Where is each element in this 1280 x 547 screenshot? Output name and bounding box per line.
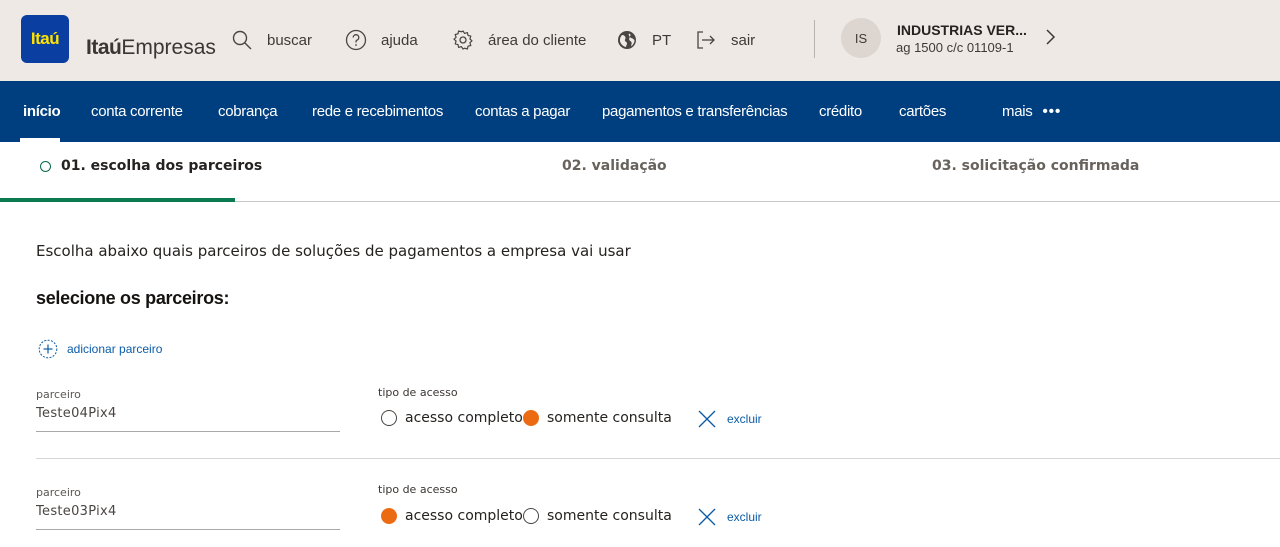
partner-row: parceiro Teste04Pix4 tipo de acesso aces…	[0, 380, 1280, 470]
logout-button[interactable]: sair	[695, 28, 755, 52]
nav-item-conta-corrente[interactable]: conta corrente	[91, 103, 183, 120]
radio-circle	[381, 410, 397, 426]
step-2: 02. validação	[562, 158, 667, 174]
add-partner-button[interactable]: adicionar parceiro	[38, 339, 162, 359]
language-label: PT	[652, 31, 672, 49]
nav-more-label: mais	[1002, 103, 1033, 120]
account-agency: ag 1500 c/c 01109-1	[896, 40, 1014, 55]
radio-circle-selected	[523, 410, 539, 426]
radio-full-access[interactable]: acesso completo	[381, 508, 523, 524]
brand-bold: Itaú	[86, 36, 122, 59]
radio-circle	[523, 508, 539, 524]
search-button[interactable]: buscar	[231, 28, 312, 52]
access-type-label: tipo de acesso	[378, 386, 458, 399]
radio-read-only[interactable]: somente consulta	[523, 410, 672, 426]
search-label: buscar	[267, 31, 313, 49]
nav-item-cobranca[interactable]: cobrança	[218, 103, 278, 120]
client-area-button[interactable]: área do cliente	[452, 28, 586, 52]
main-nav: início conta corrente cobrança rede e re…	[0, 81, 1280, 142]
step-current-indicator	[40, 161, 51, 172]
nav-item-cartoes[interactable]: cartões	[899, 103, 946, 120]
header-divider	[814, 20, 815, 58]
radio-read-only-label: somente consulta	[547, 508, 672, 524]
radio-full-access[interactable]: acesso completo	[381, 410, 523, 426]
globe-icon	[618, 31, 636, 49]
nav-item-contas-a-pagar[interactable]: contas a pagar	[475, 103, 570, 120]
nav-item-pagamentos-transferencias[interactable]: pagamentos e transferências	[602, 103, 788, 120]
add-partner-label: adicionar parceiro	[67, 342, 163, 356]
top-bar: Itaú ItaúEmpresas buscar ajuda área do c…	[0, 0, 1280, 81]
brand-name: ItaúEmpresas	[86, 36, 216, 60]
brand-light: Empresas	[121, 36, 216, 59]
account-name[interactable]: INDUSTRIAS VER...	[897, 22, 1027, 38]
nav-item-mais[interactable]: mais •••	[1002, 103, 1061, 120]
delete-partner-button[interactable]: excluir	[697, 507, 762, 527]
delete-partner-button[interactable]: excluir	[697, 409, 762, 429]
radio-circle-selected	[381, 508, 397, 524]
intro-text: Escolha abaixo quais parceiros de soluçõ…	[36, 242, 631, 260]
step-progress-bar	[0, 198, 235, 202]
radio-read-only-label: somente consulta	[547, 410, 672, 426]
radio-read-only[interactable]: somente consulta	[523, 508, 672, 524]
radio-full-access-label: acesso completo	[405, 410, 523, 426]
plus-circle-icon	[38, 339, 58, 359]
language-button[interactable]: PT	[616, 28, 671, 52]
partner-field-label: parceiro	[36, 388, 81, 401]
help-label: ajuda	[381, 31, 418, 49]
itau-logo[interactable]: Itaú	[21, 15, 69, 63]
logo-text: Itaú	[30, 29, 60, 48]
stepper: 01. escolha dos parceiros 02. validação …	[0, 142, 1280, 202]
partner-field-label: parceiro	[36, 486, 81, 499]
chevron-right-icon[interactable]	[1040, 27, 1060, 47]
row-divider	[36, 458, 1280, 459]
avatar[interactable]: IS	[841, 18, 881, 58]
partner-row: parceiro Teste03Pix4 tipo de acesso aces…	[0, 478, 1280, 547]
help-button[interactable]: ajuda	[345, 28, 418, 52]
radio-full-access-label: acesso completo	[405, 508, 523, 524]
section-title: selecione os parceiros:	[36, 288, 230, 308]
help-icon	[345, 29, 367, 51]
logout-label: sair	[731, 31, 756, 49]
gear-icon	[453, 30, 473, 50]
logout-icon	[697, 31, 715, 49]
delete-label: excluir	[727, 412, 762, 426]
access-type-label: tipo de acesso	[378, 483, 458, 496]
more-dots-icon: •••	[1042, 103, 1062, 120]
client-area-label: área do cliente	[488, 31, 587, 49]
search-icon	[232, 30, 252, 50]
close-icon	[698, 508, 716, 526]
nav-item-credito[interactable]: crédito	[819, 103, 862, 120]
nav-item-inicio[interactable]: início	[23, 103, 61, 120]
partner-input[interactable]: Teste04Pix4	[36, 402, 340, 432]
partner-input[interactable]: Teste03Pix4	[36, 500, 340, 530]
close-icon	[698, 410, 716, 428]
delete-label: excluir	[727, 510, 762, 524]
nav-item-rede-recebimentos[interactable]: rede e recebimentos	[312, 103, 443, 120]
step-3: 03. solicitação confirmada	[932, 158, 1140, 174]
step-1: 01. escolha dos parceiros	[61, 158, 263, 174]
